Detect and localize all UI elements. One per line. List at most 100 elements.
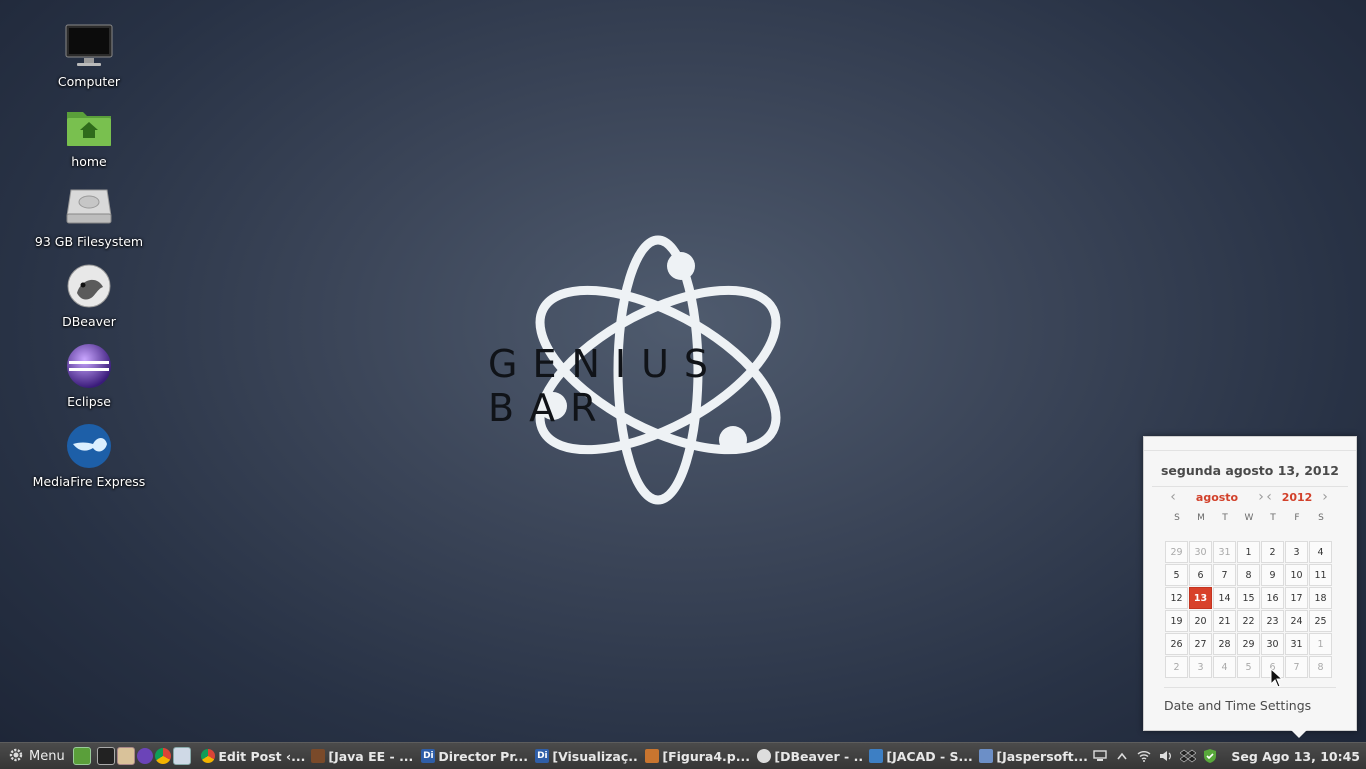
calendar-day[interactable]: 1 [1237,541,1260,563]
calendar-day[interactable]: 30 [1189,541,1212,563]
calendar-day[interactable]: 17 [1285,587,1308,609]
desktop-icon-home[interactable]: home [28,102,150,180]
calendar-day[interactable]: 11 [1309,564,1332,586]
task-label: Director Pr... [438,748,528,764]
calendar-day[interactable]: 4 [1309,541,1332,563]
calendar-day[interactable]: 7 [1213,564,1236,586]
calendar-day[interactable]: 4 [1213,656,1236,678]
taskbar-panel: Menu Edit Post ‹... [Java EE - ... Di Dir… [0,742,1366,769]
calendar-day[interactable]: 26 [1165,633,1188,655]
calendar-day[interactable]: 8 [1309,656,1332,678]
network-icon[interactable] [1089,745,1111,767]
task-button[interactable]: Di [Visualizaç... [531,744,639,768]
calendar-day[interactable]: 3 [1285,541,1308,563]
task-button[interactable]: [DBeaver - ... [753,744,863,768]
calendar-day[interactable]: 18 [1309,587,1332,609]
task-label: [Java EE - ... [328,748,414,764]
calendar-day[interactable]: 5 [1165,564,1188,586]
volume-icon[interactable] [1155,745,1177,767]
eclipse-icon[interactable] [136,746,153,766]
calendar-day[interactable]: 19 [1165,610,1188,632]
calendar-day[interactable]: 29 [1165,541,1188,563]
desktop-icon-dbeaver[interactable]: DBeaver [28,262,150,340]
file-manager-icon[interactable] [116,746,135,766]
calendar-day-today[interactable]: 13 [1189,587,1212,609]
weekday-header: S [1318,513,1324,523]
task-button[interactable]: [Java EE - ... [307,744,415,768]
calendar-day[interactable]: 16 [1261,587,1284,609]
task-button[interactable]: [Jaspersoft... [975,744,1087,768]
wifi-icon[interactable] [1133,745,1155,767]
calendar-day[interactable]: 15 [1237,587,1260,609]
mouse-cursor-icon [1270,668,1284,688]
calendar-day[interactable]: 20 [1189,610,1212,632]
calendar-day[interactable]: 29 [1237,633,1260,655]
di-icon: Di [535,749,550,763]
desktop-icon-eclipse[interactable]: Eclipse [28,342,150,420]
calendar-day[interactable]: 25 [1309,610,1332,632]
calendar-day[interactable]: 3 [1189,656,1212,678]
home-folder-icon [64,102,114,150]
task-label: [Jaspersoft... [996,748,1088,764]
calendar-popup-pointer [1290,729,1308,738]
year-navigator: ‹ 2012 › [1262,489,1336,505]
jaspersoft-icon [979,749,994,763]
chrome-icon[interactable] [154,746,171,766]
calendar-day[interactable]: 1 [1309,633,1332,655]
task-button[interactable]: [JACAD - S... [865,744,973,768]
task-list: Edit Post ‹... [Java EE - ... Di Director… [197,744,1089,768]
calendar-day[interactable]: 2 [1261,541,1284,563]
monitor-icon [64,22,114,70]
menu-button[interactable]: Menu [0,744,73,768]
weekday-header: F [1294,513,1300,523]
calendar-day[interactable]: 7 [1285,656,1308,678]
next-year-icon[interactable]: › [1318,489,1332,505]
calendar-day[interactable]: 21 [1213,610,1236,632]
shield-icon[interactable] [1199,745,1221,767]
calendar-day[interactable]: 14 [1213,587,1236,609]
desktop-icon-label: Eclipse [67,394,111,409]
desktop-icon-filesystem[interactable]: 93 GB Filesystem [28,182,150,260]
desktop-icon-computer[interactable]: Computer [28,22,150,100]
calendar-day[interactable]: 28 [1213,633,1236,655]
show-desktop-icon[interactable] [72,746,91,766]
dbeaver-icon [64,262,114,310]
desktop-icon-label: DBeaver [62,314,116,329]
desktop-icon-label: home [71,154,107,169]
calendar-day[interactable]: 12 [1165,587,1188,609]
calendar-day[interactable]: 2 [1165,656,1188,678]
calendar-date-title: segunda agosto 13, 2012 [1160,463,1339,478]
dropbox-icon[interactable] [1177,745,1199,767]
desktop-icon-label: MediaFire Express [32,474,146,489]
calendar-day[interactable]: 9 [1261,564,1284,586]
calendar-day[interactable]: 5 [1237,656,1260,678]
clock[interactable]: Seg Ago 13, 10:45 [1221,749,1366,764]
weekday-header: T [1270,513,1276,523]
prev-month-icon[interactable]: ‹ [1166,489,1180,505]
calendar-day[interactable]: 6 [1189,564,1212,586]
desktop-icon-mediafire[interactable]: MediaFire Express [28,422,150,500]
task-label: Edit Post ‹... [218,748,306,764]
calendar-day[interactable]: 31 [1285,633,1308,655]
task-button[interactable]: Di Director Pr... [417,744,529,768]
chevron-up-icon[interactable] [1111,745,1133,767]
calendar-day[interactable]: 31 [1213,541,1236,563]
calendar-day[interactable]: 27 [1189,633,1212,655]
prev-year-icon[interactable]: ‹ [1262,489,1276,505]
calendar-day[interactable]: 22 [1237,610,1260,632]
calendar-day[interactable]: 24 [1285,610,1308,632]
task-button[interactable]: [Figura4.p... [641,744,751,768]
screenshot-icon[interactable] [172,746,191,766]
wallpaper-text: GENIUS BAR [488,342,724,430]
terminal-icon[interactable] [96,746,115,766]
calendar-day[interactable]: 30 [1261,633,1284,655]
calendar-day[interactable]: 8 [1237,564,1260,586]
desktop-icon-label: Computer [57,74,121,89]
calendar-day[interactable]: 10 [1285,564,1308,586]
date-time-settings-link[interactable]: Date and Time Settings [1164,698,1311,713]
hard-drive-icon [64,182,114,230]
di-icon: Di [421,749,436,763]
calendar-day[interactable]: 23 [1261,610,1284,632]
task-button[interactable]: Edit Post ‹... [197,744,305,768]
menu-label: Menu [29,748,65,764]
